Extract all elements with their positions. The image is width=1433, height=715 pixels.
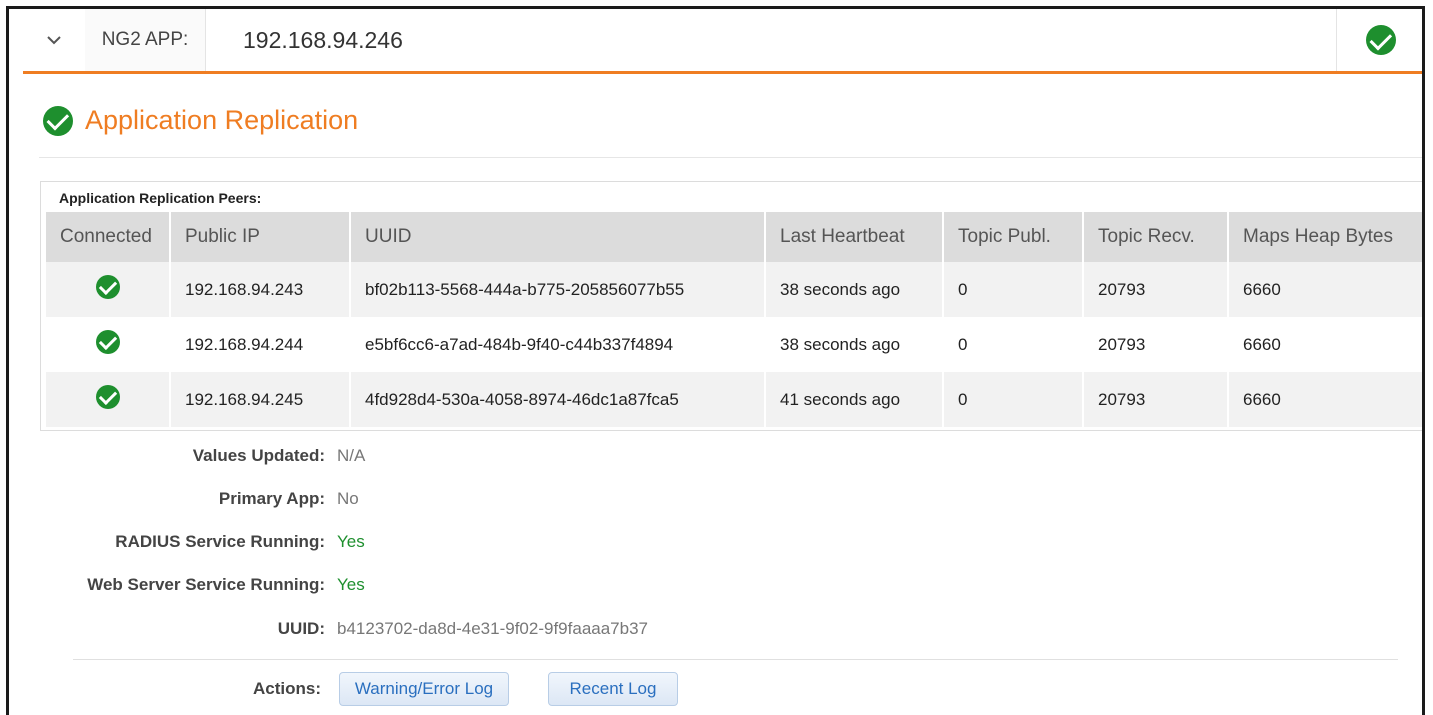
primary-app-label: Primary App: (218, 489, 325, 508)
column-header: UUID (350, 212, 766, 262)
heartbeat-cell: 38 seconds ago (765, 317, 944, 372)
peers-table: Connected Public IP UUID Last Heartbeat … (46, 212, 1422, 427)
web-server-value: Yes (337, 575, 365, 594)
table-header-row: Connected Public IP UUID Last Heartbeat … (46, 212, 1422, 262)
recent-log-button[interactable]: Recent Log (548, 672, 678, 706)
check-circle-icon (95, 385, 120, 409)
table-row: 192.168.94.244 e5bf6cc6-a7ad-484b-9f40-c… (46, 317, 1422, 372)
warning-error-log-button[interactable]: Warning/Error Log (339, 672, 509, 706)
app-panel: NG2 APP: 192.168.94.246 Application Repl… (6, 6, 1425, 715)
uuid-value: b4123702-da8d-4e31-9f02-9f9faaaa7b37 (337, 619, 648, 638)
uuid-cell: bf02b113-5568-444a-b775-205856077b55 (350, 262, 766, 317)
maps-heap-cell: 6660 (1228, 317, 1422, 372)
app-label: NG2 APP: (85, 9, 206, 71)
topic-recv-cell: 20793 (1083, 372, 1229, 427)
topic-recv-cell: 20793 (1083, 317, 1229, 372)
section-title: Application Replication (43, 105, 358, 136)
actions-label: Actions: (253, 679, 321, 698)
values-updated-value: N/A (337, 446, 366, 465)
column-header: Maps Heap Bytes (1228, 212, 1422, 262)
uuid-cell: e5bf6cc6-a7ad-484b-9f40-c44b337f4894 (350, 317, 766, 372)
app-header: NG2 APP: 192.168.94.246 (23, 9, 1422, 74)
maps-heap-cell: 6660 (1228, 372, 1422, 427)
uuid-cell: 4fd928d4-530a-4058-8974-46dc1a87fca5 (350, 372, 766, 427)
public-ip-cell: 192.168.94.245 (170, 372, 351, 427)
section-title-text: Application Replication (85, 105, 359, 135)
radius-value: Yes (337, 532, 365, 551)
check-circle-icon (95, 330, 120, 354)
connected-cell (46, 262, 171, 317)
connected-cell (46, 317, 171, 372)
maps-heap-cell: 6660 (1228, 262, 1422, 317)
app-status (1336, 9, 1422, 71)
heartbeat-cell: 41 seconds ago (765, 372, 944, 427)
heartbeat-cell: 38 seconds ago (765, 262, 944, 317)
app-ip: 192.168.94.246 (243, 26, 403, 53)
connected-cell (46, 372, 171, 427)
topic-publ-cell: 0 (943, 262, 1084, 317)
column-header: Topic Publ. (943, 212, 1084, 262)
public-ip-cell: 192.168.94.243 (170, 262, 351, 317)
topic-publ-cell: 0 (943, 317, 1084, 372)
column-header: Last Heartbeat (765, 212, 944, 262)
uuid-label: UUID: (277, 619, 325, 638)
column-header: Connected (46, 212, 171, 262)
public-ip-cell: 192.168.94.244 (170, 317, 351, 372)
values-updated-label: Values Updated: (192, 446, 325, 465)
check-circle-icon (95, 275, 120, 299)
column-header: Topic Recv. (1083, 212, 1229, 262)
divider (39, 157, 1422, 158)
divider (73, 659, 1398, 660)
primary-app-value: No (337, 489, 359, 508)
topic-publ-cell: 0 (943, 372, 1084, 427)
radius-label: RADIUS Service Running: (115, 532, 325, 551)
check-circle-icon (1366, 25, 1396, 55)
topic-recv-cell: 20793 (1083, 262, 1229, 317)
table-row: 192.168.94.243 bf02b113-5568-444a-b775-2… (46, 262, 1422, 317)
peers-caption: Application Replication Peers: (59, 190, 262, 206)
web-server-label: Web Server Service Running: (87, 575, 325, 594)
table-row: 192.168.94.245 4fd928d4-530a-4058-8974-4… (46, 372, 1422, 427)
peers-panel: Application Replication Peers: Connected… (40, 181, 1422, 431)
check-circle-icon (43, 105, 73, 136)
column-header: Public IP (170, 212, 351, 262)
collapse-toggle[interactable] (23, 9, 86, 71)
chevron-down-icon (47, 36, 61, 45)
